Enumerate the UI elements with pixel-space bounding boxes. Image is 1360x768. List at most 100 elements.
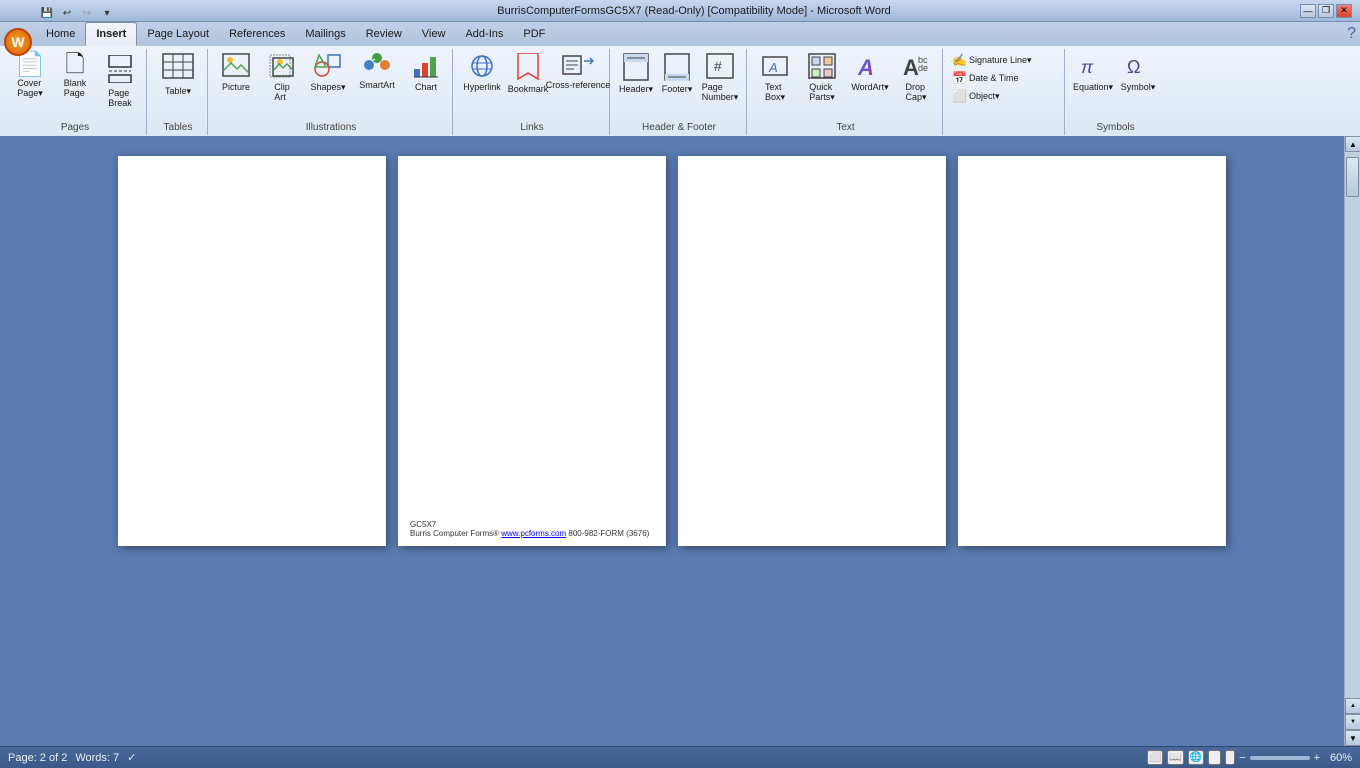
smartart-icon <box>362 53 392 79</box>
bookmark-button[interactable]: Bookmark <box>506 51 550 96</box>
shapes-button[interactable]: Shapes▾ <box>306 51 350 95</box>
word-count: Words: 7 <box>75 752 119 764</box>
symbol-button[interactable]: Ω Symbol▾ <box>1116 51 1160 95</box>
symbols-group: π Equation▾ Ω Symbol▾ Symb <box>1067 49 1164 135</box>
illustrations-group: Picture ClipArt <box>210 49 453 135</box>
undo-button[interactable]: ↩ <box>58 4 76 22</box>
page-3 <box>678 156 946 546</box>
cover-page-button[interactable]: 📄 CoverPage▾ <box>8 51 52 101</box>
equation-icon: π <box>1078 53 1108 81</box>
footer-line2: Burris Computer Forms® www.pcforms.com 8… <box>410 529 649 538</box>
zoom-level[interactable]: 60% <box>1324 752 1352 764</box>
table-icon <box>162 53 194 85</box>
header-button[interactable]: Header▾ <box>616 51 656 97</box>
outline-button[interactable]: ☰ <box>1208 750 1221 765</box>
footer-button[interactable]: Footer▾ <box>657 51 697 97</box>
zoom-in-button[interactable]: + <box>1314 752 1320 764</box>
zoom-out-button[interactable]: − <box>1239 752 1245 764</box>
header-footer-buttons: Header▾ Footer▾ <box>616 49 742 120</box>
customize-qa-button[interactable]: ▾ <box>98 4 116 22</box>
wordart-button[interactable]: A WordArt▾ <box>847 51 893 95</box>
minimize-button[interactable]: — <box>1300 4 1316 18</box>
hyperlink-button[interactable]: Hyperlink <box>459 51 505 94</box>
signature-line-button[interactable]: ✍ Signature Line▾ <box>949 52 1060 68</box>
cross-reference-icon <box>562 53 594 79</box>
tab-home[interactable]: Home <box>36 22 85 46</box>
page-2-footer: GC5X7 Burris Computer Forms® www.pcforms… <box>410 520 649 538</box>
signature-group: ✍ Signature Line▾ 📅 Date & Time ⬜ Object… <box>945 49 1065 135</box>
blank-page-button[interactable]: 🗋 BlankPage <box>53 51 97 100</box>
tab-insert[interactable]: Insert <box>85 22 137 46</box>
close-button[interactable]: ✕ <box>1336 4 1352 18</box>
footer-url[interactable]: www.pcforms.com <box>501 529 566 538</box>
cross-reference-button[interactable]: Cross-reference <box>551 51 605 92</box>
pages-group: 📄 CoverPage▾ 🗋 BlankPage <box>4 49 147 135</box>
cover-page-label: CoverPage▾ <box>17 78 43 99</box>
drop-cap-button[interactable]: A bc de DropCap▾ <box>894 51 938 105</box>
tab-mailings[interactable]: Mailings <box>295 22 355 46</box>
scroll-thumb[interactable] <box>1346 157 1359 197</box>
date-time-button[interactable]: 📅 Date & Time <box>949 70 1060 86</box>
tab-addins[interactable]: Add-Ins <box>455 22 513 46</box>
picture-button[interactable]: Picture <box>214 51 258 94</box>
status-bar: Page: 2 of 2 Words: 7 ✓ ⬜ 📖 🌐 ☰ ≡ − + 60… <box>0 746 1360 768</box>
text-group: A TextBox▾ <box>749 49 943 135</box>
symbol-icon: Ω <box>1123 53 1153 81</box>
smartart-label: SmartArt <box>359 80 395 90</box>
drop-cap-label: DropCap▾ <box>905 82 926 103</box>
svg-text:A: A <box>857 55 874 79</box>
footer-icon <box>664 53 690 83</box>
web-layout-button[interactable]: 🌐 <box>1188 750 1204 765</box>
scroll-up-button[interactable]: ▲ <box>1345 136 1360 152</box>
smartart-button[interactable]: SmartArt <box>352 51 402 92</box>
ribbon-content: 📄 CoverPage▾ 🗋 BlankPage <box>0 46 1360 136</box>
pages-group-label: Pages <box>61 120 89 135</box>
page-number-label: PageNumber▾ <box>702 82 739 103</box>
window-title: BurrisComputerFormsGC5X7 (Read-Only) [Co… <box>8 5 1300 17</box>
cover-page-icon: 📄 <box>15 53 45 77</box>
zoom-slider[interactable] <box>1250 756 1310 760</box>
chart-button[interactable]: Chart <box>404 51 448 94</box>
clip-art-icon <box>268 53 296 81</box>
right-scrollbar: ▲ ▲ ▼ ▼ <box>1344 136 1360 746</box>
text-box-icon: A <box>761 53 789 81</box>
help-icon[interactable]: ? <box>1347 25 1356 43</box>
header-label: Header▾ <box>619 84 653 95</box>
office-button[interactable]: W <box>4 28 32 56</box>
scroll-down-button[interactable]: ▼ <box>1345 730 1360 746</box>
object-button[interactable]: ⬜ Object▾ <box>949 88 1060 104</box>
text-box-button[interactable]: A TextBox▾ <box>753 51 797 105</box>
object-label: Object▾ <box>969 91 1000 102</box>
spelling-check-icon[interactable]: ✓ <box>127 751 136 764</box>
chart-icon <box>412 53 440 81</box>
links-buttons: Hyperlink Bookmark <box>459 49 605 120</box>
scroll-line-down[interactable]: ▼ <box>1345 714 1360 730</box>
equation-button[interactable]: π Equation▾ <box>1071 51 1115 95</box>
links-group-label: Links <box>520 120 543 135</box>
scroll-line-up[interactable]: ▲ <box>1345 698 1360 714</box>
window-controls: — ❐ ✕ <box>1300 4 1352 18</box>
scroll-track[interactable] <box>1345 152 1360 698</box>
signature-line-label: Signature Line▾ <box>969 55 1032 66</box>
zoom-control: − + 60% <box>1239 752 1352 764</box>
tables-buttons: Table▾ <box>153 49 203 120</box>
tab-review[interactable]: Review <box>356 22 412 46</box>
page-break-button[interactable]: PageBreak <box>98 51 142 110</box>
redo-button[interactable]: ↪ <box>78 4 96 22</box>
table-button[interactable]: Table▾ <box>153 51 203 99</box>
header-footer-group: Header▾ Footer▾ <box>612 49 747 135</box>
status-left: Page: 2 of 2 Words: 7 ✓ <box>8 751 136 764</box>
tab-references[interactable]: References <box>219 22 295 46</box>
page-number-button[interactable]: # PageNumber▾ <box>698 51 742 105</box>
tab-pdf[interactable]: PDF <box>513 22 555 46</box>
save-button[interactable]: 💾 <box>38 4 56 22</box>
draft-button[interactable]: ≡ <box>1225 750 1235 765</box>
print-layout-button[interactable]: ⬜ <box>1147 750 1163 765</box>
clip-art-button[interactable]: ClipArt <box>260 51 304 104</box>
full-reading-button[interactable]: 📖 <box>1167 750 1183 765</box>
tab-view[interactable]: View <box>412 22 456 46</box>
restore-button[interactable]: ❐ <box>1318 4 1334 18</box>
quick-parts-button[interactable]: QuickParts▾ <box>798 51 846 105</box>
tab-page-layout[interactable]: Page Layout <box>137 22 219 46</box>
date-time-label: Date & Time <box>969 73 1019 83</box>
